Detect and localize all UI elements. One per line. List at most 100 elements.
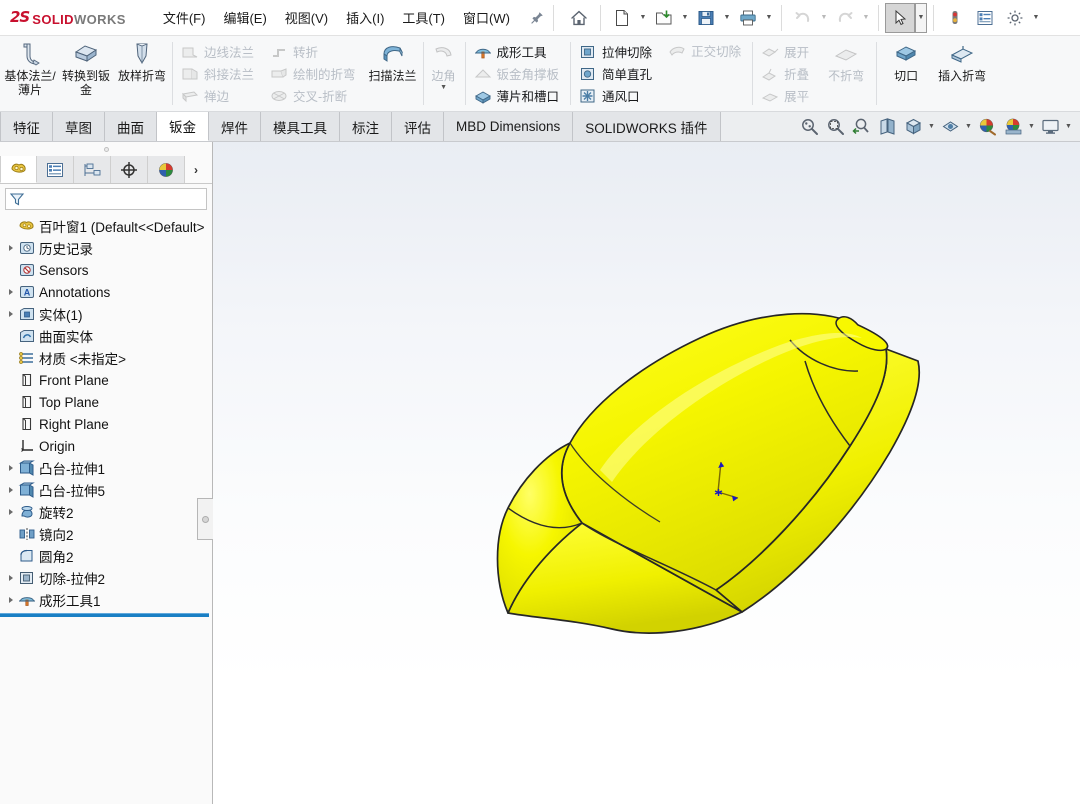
forming-tool-icon xyxy=(17,591,37,609)
tree-expand-arrow[interactable] xyxy=(4,281,17,303)
convert-to-sheetmetal-button[interactable]: 转换到钣金 xyxy=(58,36,114,111)
tree-item-origin[interactable]: Origin xyxy=(0,435,212,457)
tree-item-revolve2[interactable]: 旋转2 xyxy=(0,501,212,523)
tab-annotation[interactable]: 标注 xyxy=(340,112,392,141)
zoom-to-fit-icon[interactable] xyxy=(796,113,822,139)
panel-collapse-handle[interactable] xyxy=(197,498,213,540)
tab-solidworks-addins[interactable]: SOLIDWORKS 插件 xyxy=(573,112,720,141)
display-style-icon[interactable] xyxy=(937,113,963,139)
plane-icon xyxy=(17,415,37,433)
fm-tab-property-manager[interactable] xyxy=(37,156,74,183)
tree-item-right-plane[interactable]: Right Plane xyxy=(0,413,212,435)
select-dropdown-arrow[interactable]: ▼ xyxy=(915,3,927,33)
rip-button[interactable]: 切口 xyxy=(878,36,934,111)
tree-expand-arrow[interactable] xyxy=(4,479,17,501)
menu-tools[interactable]: 工具(T) xyxy=(393,4,454,31)
tab-sheetmetal[interactable]: 钣金 xyxy=(157,112,209,141)
previous-view-icon[interactable] xyxy=(848,113,874,139)
options-list-icon[interactable] xyxy=(970,3,1000,33)
tree-expand-arrow[interactable] xyxy=(4,589,17,611)
tab-weldments[interactable]: 焊件 xyxy=(209,112,261,141)
menu-insert[interactable]: 插入(I) xyxy=(337,4,393,31)
tree-item-boss-extrude1[interactable]: 凸台-拉伸1 xyxy=(0,457,212,479)
new-document-dropdown-arrow[interactable]: ▼ xyxy=(637,3,649,33)
tree-expand-arrow[interactable] xyxy=(4,457,17,479)
menu-window[interactable]: 窗口(W) xyxy=(454,4,519,31)
settings-gear-icon[interactable] xyxy=(1000,3,1030,33)
tree-expand-arrow[interactable] xyxy=(4,237,17,259)
simple-hole-label: 简单直孔 xyxy=(602,64,652,83)
zoom-to-area-icon[interactable] xyxy=(822,113,848,139)
tree-item-surface-bodies[interactable]: 曲面实体 xyxy=(0,325,212,347)
select-cursor-icon[interactable] xyxy=(885,3,915,33)
apply-scene-icon[interactable] xyxy=(1000,113,1026,139)
tree-item-top-plane[interactable]: Top Plane xyxy=(0,391,212,413)
new-document-icon[interactable] xyxy=(607,3,637,33)
tree-item-history[interactable]: 历史记录 xyxy=(0,237,212,259)
tab-evaluate[interactable]: 评估 xyxy=(392,112,444,141)
view-orientation-icon[interactable] xyxy=(900,113,926,139)
tree-item-forming-tool1[interactable]: 成形工具1 xyxy=(0,589,212,611)
forming-tool-button[interactable]: 成形工具 xyxy=(470,41,566,63)
swept-flange-button[interactable]: 扫描法兰 xyxy=(365,36,421,111)
menu-file[interactable]: 文件(F) xyxy=(154,4,215,31)
section-view-icon[interactable] xyxy=(874,113,900,139)
tab-sketch[interactable]: 草图 xyxy=(53,112,105,141)
panel-grip-handle[interactable] xyxy=(0,142,212,156)
feature-tree-filter-box[interactable] xyxy=(5,188,207,210)
vent-button[interactable]: 通风口 xyxy=(575,85,658,107)
rebuild-icon[interactable] xyxy=(940,3,970,33)
open-folder-dropdown-arrow[interactable]: ▼ xyxy=(679,3,691,33)
tree-item-boss-extrude5[interactable]: 凸台-拉伸5 xyxy=(0,479,212,501)
fm-tab-configuration-manager[interactable] xyxy=(74,156,111,183)
tree-expand-arrow[interactable] xyxy=(4,567,17,589)
display-style-dropdown-arrow[interactable]: ▼ xyxy=(963,113,974,139)
menu-edit[interactable]: 编辑(E) xyxy=(214,4,275,31)
apply-scene-dropdown-arrow[interactable]: ▼ xyxy=(1026,113,1037,139)
tab-features[interactable]: 特征 xyxy=(0,112,53,141)
pin-icon[interactable] xyxy=(527,8,547,28)
print-dropdown-arrow[interactable]: ▼ xyxy=(763,3,775,33)
save-icon[interactable] xyxy=(691,3,721,33)
tab-mbd-dimensions[interactable]: MBD Dimensions xyxy=(444,112,573,141)
hem-button: 禅边 xyxy=(177,85,260,107)
view-settings-dropdown-arrow[interactable]: ▼ xyxy=(1063,113,1074,139)
save-dropdown-arrow[interactable]: ▼ xyxy=(721,3,733,33)
tree-item-fillet2[interactable]: 圆角2 xyxy=(0,545,212,567)
print-icon[interactable] xyxy=(733,3,763,33)
view-orientation-dropdown-arrow[interactable]: ▼ xyxy=(926,113,937,139)
tree-item-material[interactable]: 材质 <未指定> xyxy=(0,347,212,369)
menu-view[interactable]: 视图(V) xyxy=(276,4,337,31)
tree-item-mirror2[interactable]: 镜向2 xyxy=(0,523,212,545)
tree-item-cut-extrude2[interactable]: 切除-拉伸2 xyxy=(0,567,212,589)
rollback-bar[interactable] xyxy=(0,613,209,617)
tree-item-solid-bodies[interactable]: 实体(1) xyxy=(0,303,212,325)
base-flange-button[interactable]: 基体法兰/薄片 xyxy=(2,36,58,111)
tree-expand-arrow[interactable] xyxy=(4,501,17,523)
fm-tab-dimxpert-manager[interactable] xyxy=(111,156,148,183)
tree-item-annotations[interactable]: A Annotations xyxy=(0,281,212,303)
graphics-viewport[interactable] xyxy=(213,142,1080,804)
simple-hole-button[interactable]: 简单直孔 xyxy=(575,63,658,85)
insert-bends-button[interactable]: 插入折弯 xyxy=(934,36,990,111)
sheetmetal-gusset-button: 钣金角撑板 xyxy=(470,63,566,85)
tab-mold-tools[interactable]: 模具工具 xyxy=(261,112,340,141)
fm-tab-display-manager[interactable] xyxy=(148,156,185,183)
open-folder-icon[interactable] xyxy=(649,3,679,33)
tree-item-sensors[interactable]: Sensors xyxy=(0,259,212,281)
tree-item-front-plane[interactable]: Front Plane xyxy=(0,369,212,391)
fm-tab-feature-tree[interactable] xyxy=(0,156,37,183)
ribbon-toolbar: 基体法兰/薄片 转换到钣金 xyxy=(0,36,1080,112)
tab-and-slot-button[interactable]: 薄片和槽口 xyxy=(470,85,566,107)
search-input[interactable] xyxy=(25,192,206,206)
tab-surfaces[interactable]: 曲面 xyxy=(105,112,157,141)
tree-expand-arrow[interactable] xyxy=(4,303,17,325)
lofted-bend-button[interactable]: 放样折弯 xyxy=(114,36,170,111)
extruded-cut-button[interactable]: 拉伸切除 xyxy=(575,41,658,63)
edit-appearance-icon[interactable] xyxy=(974,113,1000,139)
view-settings-icon[interactable] xyxy=(1037,113,1063,139)
settings-dropdown-arrow[interactable]: ▼ xyxy=(1030,3,1042,33)
fm-tabs-more-button[interactable]: › xyxy=(185,156,207,183)
home-icon[interactable] xyxy=(564,3,594,33)
tree-item-part-root[interactable]: 百叶窗1 (Default<<Default> xyxy=(0,215,212,237)
